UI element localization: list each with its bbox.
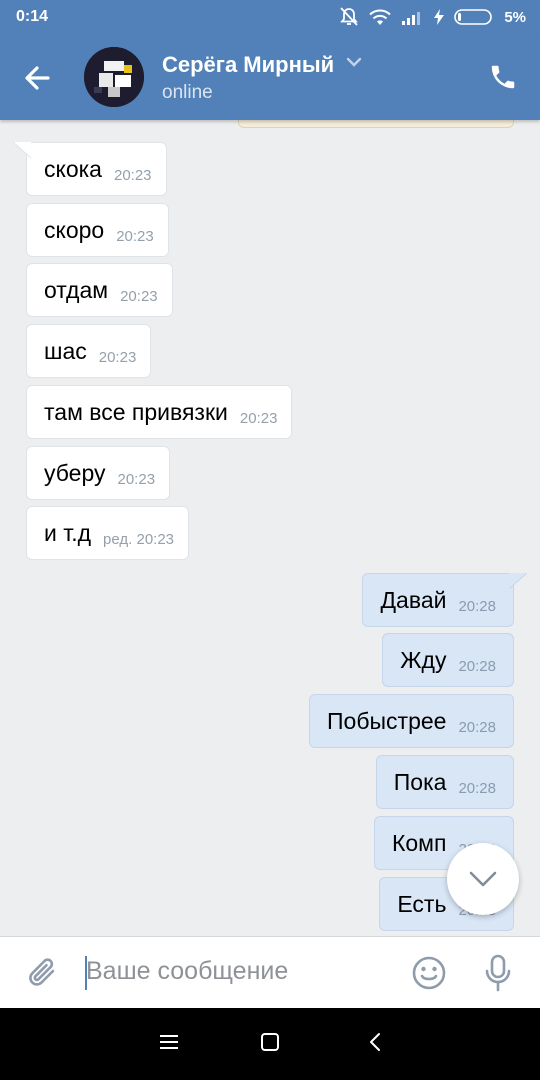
message-text: Пока [393, 768, 447, 795]
microphone-icon[interactable] [484, 953, 512, 993]
message-time: 20:23 [239, 409, 278, 427]
incoming-message[interactable]: отдам 20:23 [26, 263, 173, 317]
message-text: Побыстрее [327, 707, 447, 734]
signal-icon [402, 12, 421, 25]
message-text: уберу [44, 459, 106, 486]
message-feed[interactable]: скока 20:23 скоро 20:23 отдам 20:23 шас … [0, 120, 540, 936]
emoji-icon[interactable] [411, 955, 447, 991]
message-text: там все привязки [44, 398, 228, 425]
paperclip-icon[interactable] [26, 955, 60, 991]
bubble-tail [509, 573, 527, 589]
message-input[interactable] [86, 957, 386, 986]
message-text: шас [44, 337, 87, 364]
back-chevron-icon[interactable] [366, 1032, 386, 1052]
home-square-icon[interactable] [260, 1032, 280, 1052]
message-text: скоро [44, 216, 105, 243]
message-text: Давай [380, 586, 447, 613]
chevron-down-icon[interactable] [345, 56, 363, 68]
message-text: и т.д [44, 519, 92, 546]
message-text: отдам [44, 276, 109, 303]
message-text: Комп [391, 829, 447, 856]
battery-percent: 5% [504, 8, 526, 26]
chat-header: Серёга Мирный online [0, 36, 540, 120]
incoming-message[interactable]: уберу 20:23 [26, 446, 171, 500]
incoming-message[interactable]: скоро 20:23 [26, 203, 169, 257]
message-time: 20:28 [458, 597, 496, 615]
contact-name[interactable]: Серёга Мирный [162, 52, 334, 78]
avatar-image [84, 47, 144, 107]
chevron-down-icon [469, 871, 497, 887]
scroll-to-bottom-button[interactable] [447, 843, 519, 915]
charging-icon [434, 9, 445, 25]
message-time: 20:23 [113, 166, 152, 184]
contact-status: online [162, 82, 213, 103]
phone-icon [491, 65, 515, 89]
bubble-tail [13, 142, 31, 158]
message-time: 20:23 [116, 227, 154, 245]
outgoing-message[interactable]: Пока 20:28 [375, 755, 514, 809]
message-time: 20:28 [458, 718, 496, 736]
menu-icon[interactable] [159, 1032, 179, 1052]
message-text: Есть [397, 890, 447, 917]
outgoing-message[interactable]: Жду 20:28 [382, 633, 514, 687]
message-time: ред. 20:23 [103, 530, 175, 548]
message-text: Жду [400, 646, 447, 673]
incoming-message[interactable]: и т.д ред. 20:23 [26, 506, 190, 560]
avatar[interactable] [84, 47, 144, 107]
message-time: 20:23 [120, 287, 158, 305]
incoming-message[interactable]: скока 20:23 [13, 142, 167, 196]
message-time: 20:28 [458, 657, 496, 675]
battery-icon [454, 9, 493, 25]
back-arrow-icon [25, 66, 50, 90]
bell-muted-icon [340, 7, 359, 26]
message-text: скока [44, 155, 102, 182]
message-time: 20:28 [458, 779, 496, 797]
previous-message-edge [238, 120, 514, 128]
back-button[interactable] [22, 62, 62, 94]
call-button[interactable] [488, 62, 518, 92]
incoming-message[interactable]: шас 20:23 [26, 324, 152, 378]
system-navigation-bar [0, 1008, 540, 1080]
message-time: 20:23 [98, 348, 137, 366]
status-time: 0:14 [16, 8, 49, 25]
message-composer [0, 936, 540, 1008]
status-bar: 0:14 5% [0, 0, 540, 36]
outgoing-message[interactable]: Давай 20:28 [362, 573, 527, 627]
status-icons: 5% [340, 7, 526, 27]
incoming-message[interactable]: там все привязки 20:23 [26, 385, 293, 439]
wifi-icon [369, 9, 392, 25]
outgoing-message[interactable]: Побыстрее 20:28 [309, 694, 514, 748]
message-time: 20:23 [117, 470, 156, 488]
